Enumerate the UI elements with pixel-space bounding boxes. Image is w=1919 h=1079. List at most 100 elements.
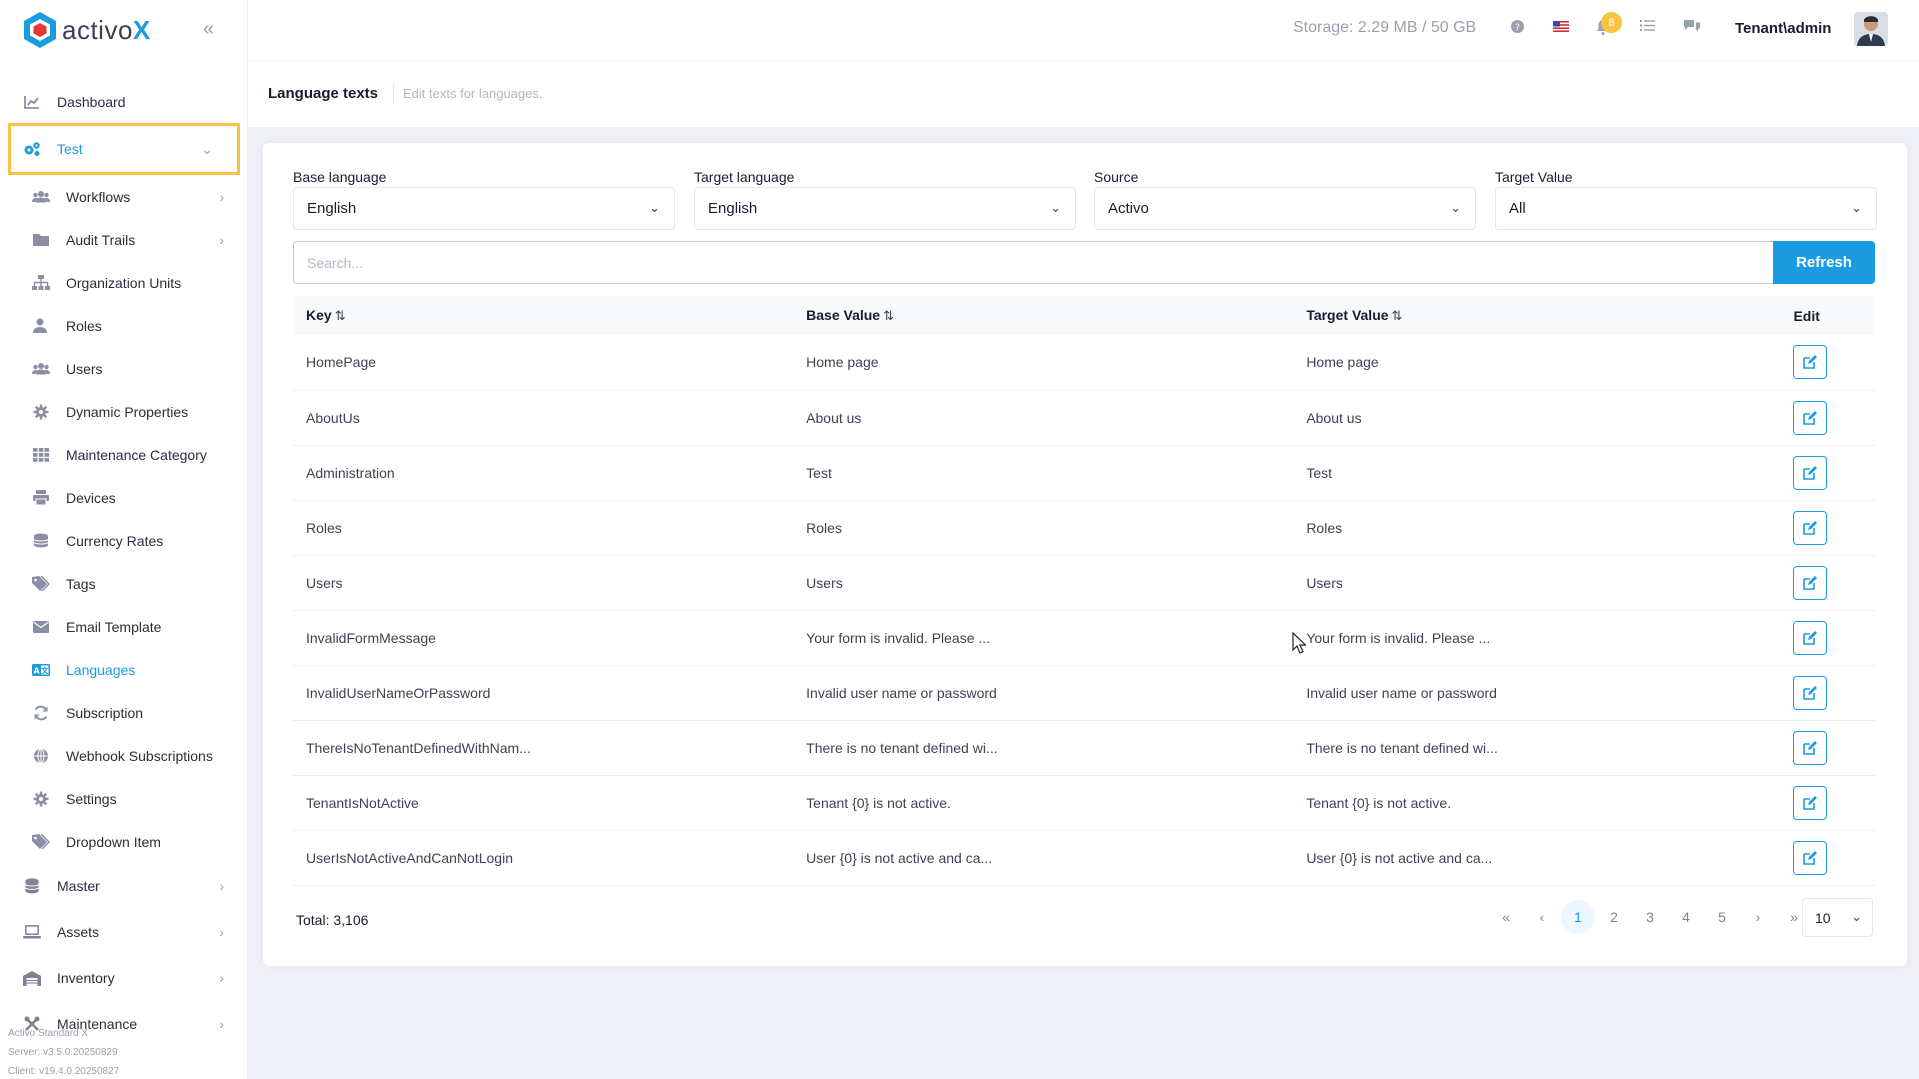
tags-icon [32,575,50,593]
page-title: Language texts [268,85,379,102]
edit-button[interactable] [1793,730,1828,765]
cell-base-value: About us [793,390,1294,446]
sidebar-item-master[interactable]: Master › [0,863,248,909]
column-header-edit: Edit [1793,296,1875,335]
sidebar-item-users[interactable]: Users [0,347,248,390]
base-language-select[interactable]: English ⌄ [293,187,675,230]
sidebar-item-email-template[interactable]: Email Template [0,605,248,648]
sidebar-item-maintenance-category[interactable]: Maintenance Category [0,433,248,476]
sidebar-item-currency-rates[interactable]: Currency Rates [0,519,248,562]
table-row: TenantIsNotActive Tenant {0} is not activ… [293,775,1875,831]
sidebar-item-roles[interactable]: Roles [0,304,248,347]
page-number-button[interactable]: 5 [1705,900,1739,934]
cell-edit [1793,445,1875,501]
edit-button[interactable] [1793,345,1828,380]
edit-button[interactable] [1793,620,1828,655]
gear-icon [32,790,50,808]
column-header-base-value[interactable]: Base Value ⇅ [793,296,1294,335]
cell-key: Roles [293,500,794,556]
cell-key: Administration [293,445,794,501]
sidebar-item-audit-trails[interactable]: Audit Trails › [0,218,248,261]
next-page-icon[interactable]: › [1741,900,1775,934]
edit-button[interactable] [1793,400,1828,435]
edit-button[interactable] [1793,785,1828,820]
cell-edit [1793,665,1875,721]
table-row: HomePage Home page Home page [293,335,1875,391]
sidebar-item-dynamic-properties[interactable]: Dynamic Properties [0,390,248,433]
grid-icon [32,446,50,464]
total-count: Total: 3,106 [296,912,369,928]
page-number-button[interactable]: 1 [1561,900,1595,934]
cell-edit [1793,775,1875,831]
column-header-key[interactable]: Key ⇅ [293,296,794,335]
target-value-select[interactable]: All ⌄ [1495,187,1877,230]
chevron-right-icon: › [219,188,224,205]
sidebar-item-tags[interactable]: Tags [0,562,248,605]
refresh-button[interactable]: Refresh [1773,241,1875,284]
column-header-target-value[interactable]: Target Value ⇅ [1293,296,1794,335]
base-language-label: Base language [293,169,387,185]
chart-line-icon [23,93,41,111]
cell-base-value: Roles [793,500,1294,556]
sidebar-item-devices[interactable]: Devices [0,476,248,519]
cell-target-value: Home page [1293,335,1794,391]
sidebar-item-label: Users [66,360,103,377]
user-name[interactable]: Tenant\admin [1735,20,1831,37]
page-number-button[interactable]: 2 [1597,900,1631,934]
page-size-select[interactable]: 10 ⌄ [1802,898,1873,937]
sidebar-item-languages[interactable]: A 文 Languages [0,648,248,691]
storage-usage: Storage: 2.29 MB / 50 GB [1293,19,1477,36]
cell-key: ThereIsNoTenantDefinedWithNam... [293,720,794,776]
sidebar-item-settings[interactable]: Settings [0,777,248,820]
chevron-right-icon: › [219,878,224,894]
collapse-sidebar-icon[interactable]: « [203,18,214,41]
cell-key: InvalidFormMessage [293,610,794,666]
select-value: All [1509,200,1526,217]
edit-button[interactable] [1793,510,1828,545]
sidebar-item-dashboard[interactable]: Dashboard [0,80,248,123]
language-texts-table: Key ⇅ Base Value ⇅ Target Value ⇅ Edit Home… [293,296,1875,886]
edit-button[interactable] [1793,455,1828,490]
source-select[interactable]: Activo ⌄ [1094,187,1476,230]
language-icon: A文 [32,661,50,679]
first-page-icon[interactable]: « [1489,900,1523,934]
users-icon [32,188,50,206]
sidebar-item-organization-units[interactable]: Organization Units [0,261,248,304]
us-flag-icon[interactable] [1553,19,1569,37]
sidebar-item-label: Dropdown Item [66,833,161,850]
sidebar-item-webhook-subscriptions[interactable]: Webhook Subscriptions [0,734,248,777]
sidebar-item-inventory[interactable]: Inventory › [0,955,248,1001]
edit-button[interactable] [1793,840,1828,875]
table-row: ThereIsNoTenantDefinedWithNam... There is… [293,720,1875,776]
edit-button[interactable] [1793,565,1828,600]
page-number-button[interactable]: 3 [1633,900,1667,934]
cell-key: TenantIsNotActive [293,775,794,831]
globe-icon [32,747,50,765]
sidebar-item-label: Dashboard [57,93,126,110]
sidebar-item-workflows[interactable]: Workflows › [0,175,248,218]
version-client: Client: v19.4.0.20250827 [8,1066,120,1077]
sidebar-item-test[interactable]: Test ⌄ [8,123,240,175]
printer-icon [32,489,50,507]
cell-target-value: User {0} is not active and ca... [1293,830,1794,886]
sort-icon: ⇅ [334,308,346,323]
chat-icon[interactable] [1683,19,1701,39]
cell-edit [1793,390,1875,446]
target-language-select[interactable]: English ⌄ [694,187,1076,230]
search-input[interactable] [293,241,1775,284]
task-list-icon[interactable] [1640,19,1655,37]
sidebar-item-dropdown-item[interactable]: Dropdown Item [0,820,248,863]
svg-text:?: ? [1515,22,1520,33]
prev-page-icon[interactable]: ‹ [1525,900,1559,934]
help-icon[interactable]: ? [1510,19,1525,39]
avatar[interactable] [1854,12,1888,46]
target-value-label: Target Value [1495,169,1573,185]
users-icon [32,360,50,378]
edit-icon [1803,795,1818,810]
sidebar-item-subscription[interactable]: Subscription [0,691,248,734]
pagination: « ‹ 12345 › » [1489,900,1813,934]
sidebar-item-assets[interactable]: Assets › [0,909,248,955]
page-number-button[interactable]: 4 [1669,900,1703,934]
table-row: UserIsNotActiveAndCanNotLogin User {0} is… [293,830,1875,886]
edit-button[interactable] [1793,675,1828,710]
